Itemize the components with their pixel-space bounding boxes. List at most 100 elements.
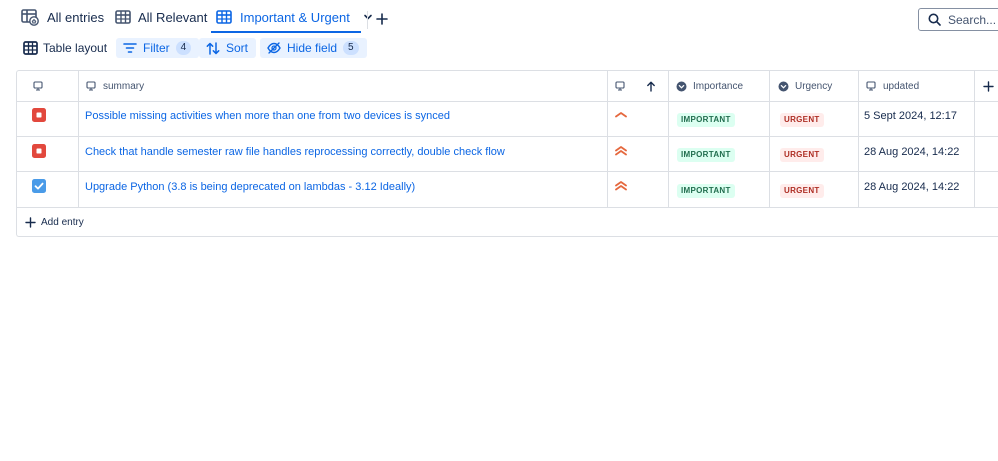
field-type-icon [866, 81, 876, 91]
priority-highest-icon [615, 181, 627, 191]
importance-lozenge: IMPORTANT [677, 113, 735, 127]
importance-lozenge: IMPORTANT [677, 184, 735, 198]
column-divider [769, 71, 770, 208]
table-row-summary[interactable]: Check that handle semester raw file hand… [85, 145, 505, 158]
summary-link[interactable]: Upgrade Python (3.8 is being deprecated … [85, 181, 415, 193]
stop-icon [32, 108, 46, 122]
column-divider [858, 71, 859, 208]
priority-highest-icon [615, 145, 627, 157]
updated-cell: 28 Aug 2024, 14:22 [864, 145, 959, 158]
importance-header-label: Importance [693, 80, 744, 92]
updated-header-label: updated [883, 80, 920, 92]
add-column-button[interactable] [983, 71, 994, 101]
urgency-lozenge: URGENT [780, 148, 824, 162]
add-view-button[interactable] [373, 10, 391, 28]
tab-label: All entries [47, 9, 105, 25]
view-tabs: All entries All Relevant Important & Urg… [0, 0, 998, 36]
table-layout-button[interactable]: Table layout [23, 38, 107, 58]
updated-cell: 5 Sept 2024, 12:17 [864, 109, 957, 122]
table-layout-label: Table layout [43, 41, 108, 55]
tab-all-entries[interactable]: All entries [21, 0, 104, 34]
row-divider [17, 207, 998, 208]
plus-icon [983, 80, 994, 92]
dropdown-field-icon [778, 81, 789, 91]
priority-high-icon [615, 110, 627, 120]
dropdown-field-icon [676, 81, 687, 91]
summary-column-header[interactable]: summary [86, 71, 144, 101]
field-type-icon [86, 81, 96, 91]
status-stop-icon[interactable] [32, 144, 46, 158]
plus-icon [376, 13, 388, 25]
active-tab-indicator [211, 31, 361, 33]
updated-value: 28 Aug 2024, 14:22 [864, 145, 960, 158]
urgency-header-label: Urgency [795, 80, 833, 92]
row-divider [17, 171, 998, 172]
hide-field-count-badge: 5 [343, 41, 359, 55]
priority-high-icon [615, 112, 627, 118]
filter-count-badge: 4 [175, 41, 192, 55]
eye-hidden-icon [267, 42, 281, 54]
updated-column-header[interactable]: updated [866, 71, 919, 101]
table-row-summary[interactable]: Possible missing activities when more th… [85, 109, 450, 122]
table-icon [216, 10, 232, 24]
priority-column-header[interactable] [615, 71, 656, 101]
add-entry-button[interactable]: Add entry [25, 217, 84, 228]
search-icon [928, 13, 941, 26]
search-placeholder: Search... [948, 12, 997, 27]
urgency-lozenge: URGENT [780, 113, 824, 127]
priority-highest-icon [615, 180, 627, 192]
field-type-icon [33, 81, 43, 91]
column-divider [668, 71, 669, 208]
status-stop-icon[interactable] [32, 108, 46, 122]
entries-table: summary Importance Urgency updated Possi… [16, 70, 998, 237]
summary-link[interactable]: Check that handle semester raw file hand… [85, 146, 505, 158]
importance-cell[interactable]: IMPORTANT [677, 184, 735, 198]
search-input[interactable]: Search... [918, 8, 998, 31]
hide-field-button[interactable]: Hide field 5 [260, 38, 367, 58]
table-home-icon [21, 9, 39, 26]
summary-link[interactable]: Possible missing activities when more th… [85, 110, 450, 122]
summary-header-label: summary [103, 80, 145, 92]
urgency-cell[interactable]: URGENT [780, 113, 824, 127]
importance-column-header[interactable]: Importance [676, 71, 743, 101]
sort-icon [206, 41, 220, 55]
column-divider [974, 71, 975, 208]
filter-button[interactable]: Filter 4 [116, 38, 200, 58]
urgency-cell[interactable]: URGENT [780, 184, 824, 198]
column-divider [78, 71, 79, 208]
updated-cell: 28 Aug 2024, 14:22 [864, 180, 959, 193]
tab-all-relevant[interactable]: All Relevant [115, 0, 207, 34]
table-icon [115, 10, 131, 24]
filter-icon [123, 43, 137, 53]
tab-label: Important & Urgent [240, 9, 350, 25]
updated-value: 28 Aug 2024, 14:22 [864, 180, 960, 193]
tab-label: All Relevant [138, 9, 208, 25]
filter-label: Filter [143, 41, 170, 55]
column-divider [607, 71, 608, 208]
updated-value: 5 Sept 2024, 12:17 [864, 109, 957, 122]
hide-field-label: Hide field [287, 41, 338, 55]
importance-cell[interactable]: IMPORTANT [677, 113, 735, 127]
row-divider [17, 136, 998, 137]
tab-important-urgent[interactable]: Important & Urgent [216, 0, 373, 34]
priority-highest-icon [615, 146, 627, 156]
view-toolbar: Table layout Filter 4 Sort Hide field 5 [0, 38, 998, 60]
row-divider [17, 101, 998, 102]
field-type-icon [615, 81, 625, 91]
sort-button[interactable]: Sort [199, 38, 257, 58]
table-row-summary[interactable]: Upgrade Python (3.8 is being deprecated … [85, 180, 415, 193]
sort-label: Sort [226, 41, 249, 55]
plus-icon [25, 217, 36, 228]
urgency-lozenge: URGENT [780, 184, 824, 198]
tab-divider [367, 11, 368, 29]
checkbox-checked-icon [32, 179, 46, 193]
status-column-header[interactable] [33, 71, 43, 101]
status-checkbox-icon[interactable] [32, 179, 46, 193]
urgency-cell[interactable]: URGENT [780, 148, 824, 162]
add-entry-label: Add entry [41, 217, 84, 228]
table-icon [23, 41, 38, 55]
importance-cell[interactable]: IMPORTANT [677, 148, 735, 162]
stop-icon [32, 144, 46, 158]
arrow-up-sort-icon[interactable] [646, 81, 656, 92]
urgency-column-header[interactable]: Urgency [778, 71, 832, 101]
